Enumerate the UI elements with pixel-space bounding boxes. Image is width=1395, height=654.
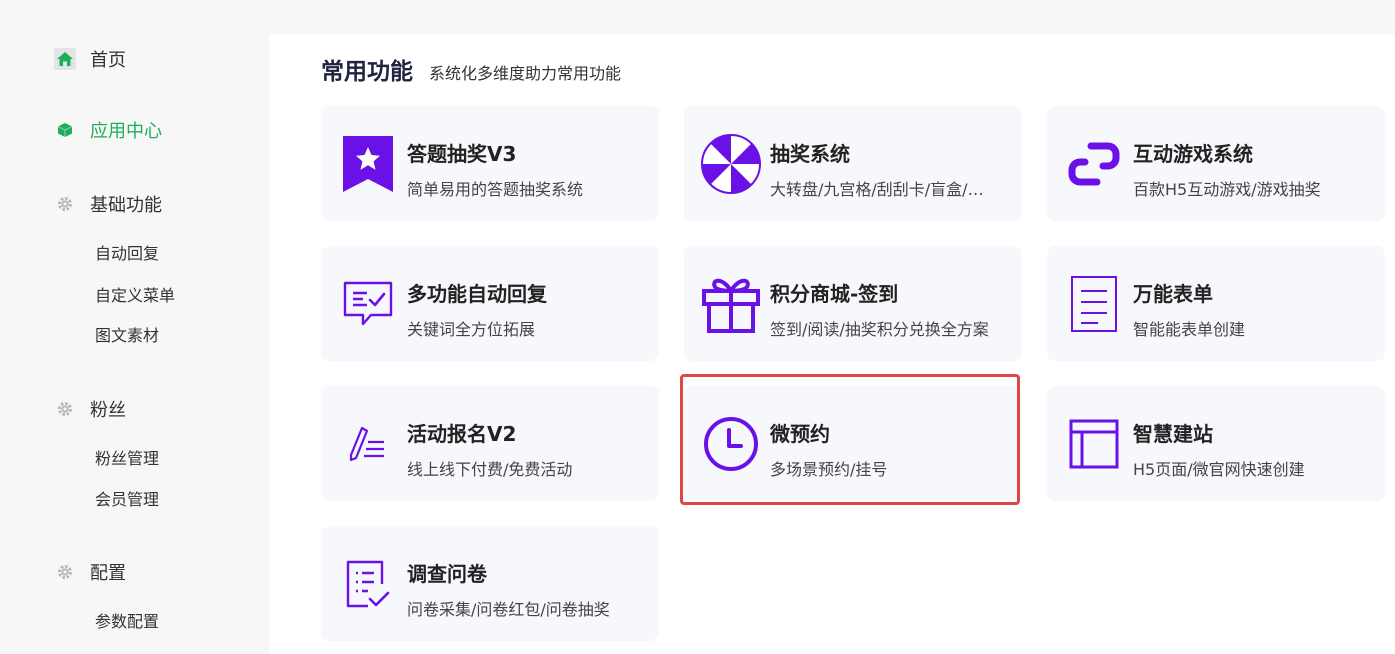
card-desc: 问卷采集/问卷红包/问卷抽奖 (407, 600, 610, 619)
card-title: 智慧建站 (1133, 422, 1213, 446)
sub-item-fans-manage[interactable]: 粉丝管理 (95, 445, 159, 469)
app-card-event-signup[interactable]: 活动报名V2 线上线下付费/免费活动 (321, 386, 659, 501)
nav-item-home[interactable]: 首页 (54, 45, 126, 73)
card-desc: 多场景预约/挂号 (770, 460, 888, 479)
nav-item-label: 粉丝 (90, 400, 126, 421)
app-card-lottery-system[interactable]: 抽奖系统 大转盘/九宫格/刮刮卡/盲盒/… (684, 106, 1022, 221)
sub-item-custom-menu[interactable]: 自定义菜单 (95, 282, 175, 306)
card-desc: 线上线下付费/免费活动 (407, 460, 573, 479)
nav-item-basic[interactable]: 基础功能 (54, 190, 162, 218)
sub-item-member-manage[interactable]: 会员管理 (95, 486, 159, 510)
card-desc: 大转盘/九宫格/刮刮卡/盲盒/… (770, 180, 984, 199)
card-desc: H5页面/微官网快速创建 (1133, 460, 1305, 479)
layout-icon (1064, 414, 1124, 474)
app-card-quiz-lottery[interactable]: 答题抽奖V3 简单易用的答题抽奖系统 (321, 106, 659, 221)
sub-item-media[interactable]: 图文素材 (95, 322, 159, 346)
gear-icon (54, 398, 76, 420)
main-panel: 常用功能 系统化多维度助力常用功能 答题抽奖V3 简单易用的答题抽奖系统 抽奖系… (269, 34, 1395, 654)
app-card-points-mall[interactable]: 积分商城-签到 签到/阅读/抽奖积分兑换全方案 (684, 246, 1022, 361)
section-subtitle: 系统化多维度助力常用功能 (429, 64, 622, 83)
card-title: 万能表单 (1133, 282, 1213, 306)
card-title: 调查问卷 (407, 562, 487, 586)
card-title: 答题抽奖V3 (407, 142, 517, 166)
section-title: 常用功能 (321, 59, 413, 85)
app-card-survey[interactable]: 调查问卷 问卷采集/问卷红包/问卷抽奖 (321, 526, 659, 641)
section-header: 常用功能 系统化多维度助力常用功能 (321, 52, 621, 86)
nav-item-label: 配置 (90, 563, 126, 584)
nav-item-app-center[interactable]: 应用中心 (54, 116, 162, 144)
sidebar: 首页 应用中心 基础功能 自动回复 自定义菜单 图文素材 粉丝 粉丝管理 会员管… (0, 0, 269, 654)
card-title: 互动游戏系统 (1133, 142, 1253, 166)
sub-item-auto-reply[interactable]: 自动回复 (95, 240, 159, 264)
card-title: 积分商城-签到 (770, 282, 899, 306)
card-desc: 签到/阅读/抽奖积分兑换全方案 (770, 320, 989, 339)
survey-icon (338, 554, 398, 614)
card-desc: 关键词全方位拓展 (407, 320, 536, 339)
app-card-auto-reply[interactable]: 多功能自动回复 关键词全方位拓展 (321, 246, 659, 361)
gear-icon (54, 561, 76, 583)
app-card-form[interactable]: 万能表单 智能能表单创建 (1047, 246, 1385, 361)
nav-item-label: 首页 (90, 50, 126, 71)
chat-check-icon (338, 274, 398, 334)
app-card-appointment[interactable]: 微预约 多场景预约/挂号 (684, 386, 1022, 501)
card-title: 微预约 (770, 422, 830, 446)
ribbon-star-icon (338, 134, 398, 194)
card-desc: 智能能表单创建 (1133, 320, 1246, 339)
gear-icon (54, 193, 76, 215)
card-desc: 百款H5互动游戏/游戏抽奖 (1133, 180, 1321, 199)
app-card-site-builder[interactable]: 智慧建站 H5页面/微官网快速创建 (1047, 386, 1385, 501)
clock-icon (701, 414, 761, 474)
app-card-interactive-games[interactable]: 互动游戏系统 百款H5互动游戏/游戏抽奖 (1047, 106, 1385, 221)
wheel-icon (701, 134, 761, 194)
gift-icon (701, 274, 761, 334)
nav-item-fans[interactable]: 粉丝 (54, 395, 126, 423)
card-title: 活动报名V2 (407, 422, 517, 446)
sub-item-params[interactable]: 参数配置 (95, 608, 159, 632)
nav-item-label: 基础功能 (90, 195, 162, 216)
cube-icon (54, 119, 76, 141)
pen-list-icon (338, 414, 398, 474)
nav-item-label: 应用中心 (90, 121, 162, 142)
card-title: 抽奖系统 (770, 142, 850, 166)
nav-item-config[interactable]: 配置 (54, 558, 126, 586)
card-title: 多功能自动回复 (407, 282, 547, 306)
home-icon (54, 48, 76, 70)
link-icon (1064, 134, 1124, 194)
card-desc: 简单易用的答题抽奖系统 (407, 180, 584, 199)
form-icon (1064, 274, 1124, 334)
